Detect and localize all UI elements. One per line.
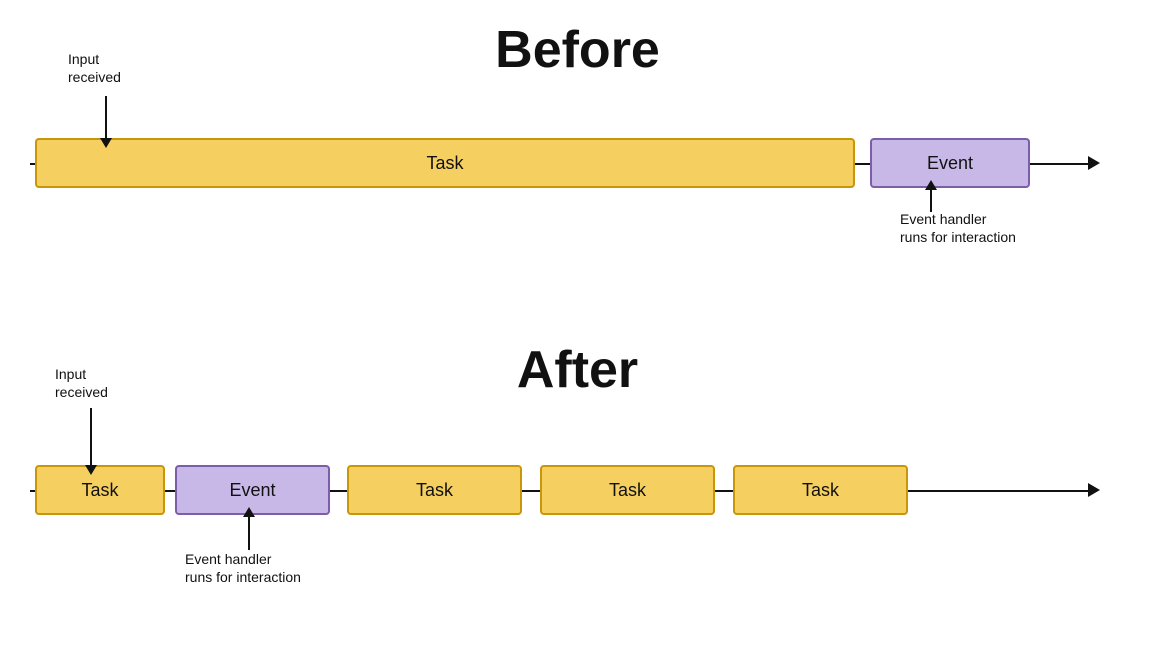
after-task4-box: Task — [733, 465, 908, 515]
before-title: Before — [0, 20, 1155, 80]
after-timeline-arrow — [1088, 483, 1100, 497]
before-input-arrow — [105, 96, 107, 138]
before-event-label: Event — [927, 153, 973, 174]
after-task2-box: Task — [347, 465, 522, 515]
after-task3-box: Task — [540, 465, 715, 515]
after-event-handler-label: Event handler runs for interaction — [185, 550, 301, 586]
after-input-arrow — [90, 408, 92, 465]
after-event-handler-arrow — [248, 517, 250, 550]
before-event-box: Event — [870, 138, 1030, 188]
before-task-label: Task — [426, 153, 463, 174]
after-input-label: Input received — [55, 365, 108, 401]
before-input-label: Input received — [68, 50, 121, 86]
before-event-handler-arrow — [930, 190, 932, 212]
before-task-box: Task — [35, 138, 855, 188]
after-task4-label: Task — [802, 480, 839, 501]
after-task1-box: Task — [35, 465, 165, 515]
after-event-label: Event — [229, 480, 275, 501]
before-event-handler-label: Event handler runs for interaction — [900, 210, 1016, 246]
after-title: After — [0, 340, 1155, 400]
before-timeline-arrow — [1088, 156, 1100, 170]
after-task1-label: Task — [81, 480, 118, 501]
diagram-container: Before Task Event Input received Event h… — [0, 0, 1155, 647]
after-task2-label: Task — [416, 480, 453, 501]
after-task3-label: Task — [609, 480, 646, 501]
